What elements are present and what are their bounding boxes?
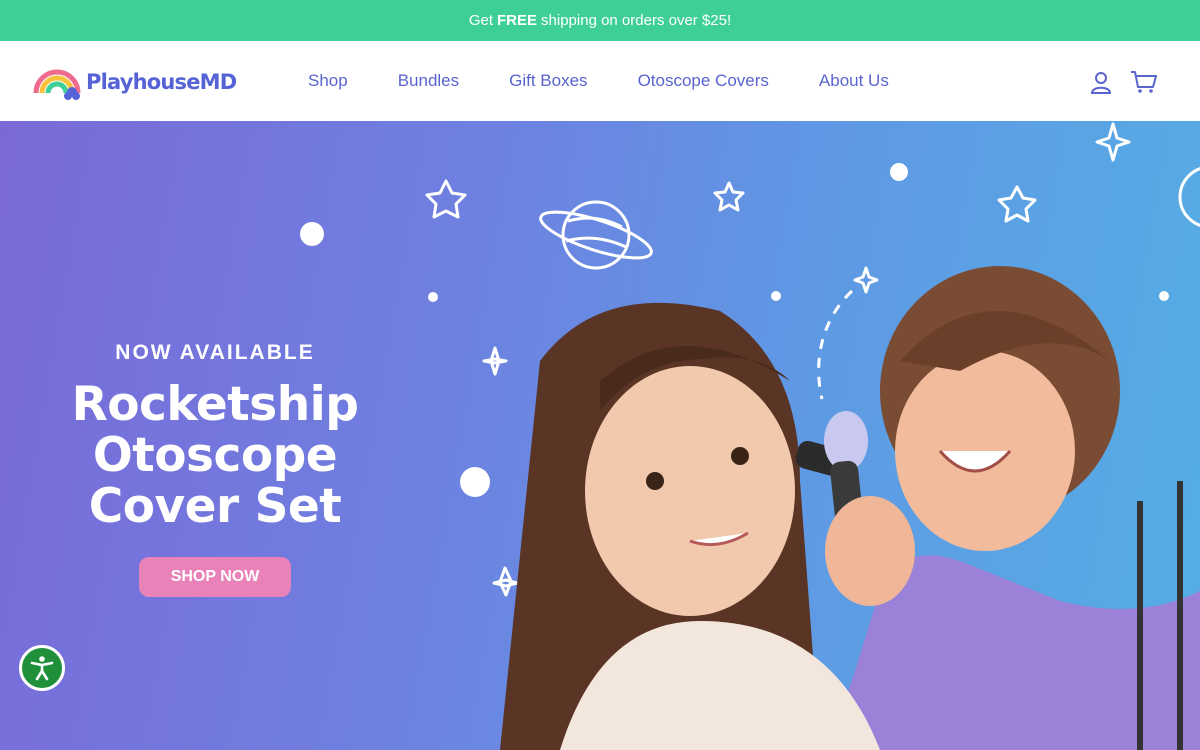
nav-gift-boxes[interactable]: Gift Boxes <box>509 71 587 91</box>
nav-otoscope-covers[interactable]: Otoscope Covers <box>638 71 769 91</box>
sparkle-icon <box>1095 122 1131 162</box>
cart-icon[interactable] <box>1130 69 1157 95</box>
site-header: PlayhouseMD Shop Bundles Gift Boxes Otos… <box>0 41 1200 121</box>
nav-shop[interactable]: Shop <box>308 71 348 91</box>
header-icons <box>1088 69 1157 95</box>
logo-text: PlayhouseMD <box>86 70 237 94</box>
hero-title-line: Cover Set <box>88 479 342 534</box>
sparkle-icon <box>853 266 879 294</box>
announcement-free: FREE <box>497 12 538 29</box>
star-icon <box>713 181 745 212</box>
girl-figure <box>500 302 880 750</box>
hero-title-line: Otoscope <box>92 428 338 483</box>
blob-star <box>771 291 781 301</box>
hero-title-line: Rocketship <box>71 377 359 432</box>
blob-star <box>890 163 908 181</box>
blob-star <box>460 467 490 497</box>
hero-banner: NOW AVAILABLE Rocketship Otoscope Cover … <box>0 121 1200 750</box>
dashed-arc <box>817 289 854 400</box>
nav-about-us[interactable]: About Us <box>819 71 889 91</box>
sparkle-icon <box>492 566 519 597</box>
star-icon <box>425 179 467 219</box>
announcement-prefix: Get <box>468 12 494 29</box>
announcement-suffix: shipping on orders over $25! <box>541 12 732 29</box>
main-nav: Shop Bundles Gift Boxes Otoscope Covers … <box>308 41 939 121</box>
logo[interactable]: PlayhouseMD <box>32 63 237 101</box>
rainbow-logo-icon <box>33 69 81 100</box>
hero-text: NOW AVAILABLE Rocketship Otoscope Cover … <box>40 341 390 532</box>
account-icon[interactable] <box>1088 69 1114 95</box>
blob-star <box>428 292 438 302</box>
hero-title: Rocketship Otoscope Cover Set <box>40 379 390 532</box>
blob-star <box>300 222 324 246</box>
accessibility-button[interactable] <box>19 645 65 691</box>
sparkle-icon <box>482 346 508 376</box>
announcement-bar: Get FREE shipping on orders over $25! <box>0 0 1200 41</box>
star-icon <box>997 185 1037 223</box>
accessibility-icon <box>30 656 54 681</box>
blob-star <box>1159 291 1169 301</box>
planet-icon <box>539 200 653 270</box>
hero-eyebrow: NOW AVAILABLE <box>115 341 315 364</box>
shop-now-button[interactable]: SHOP NOW <box>139 557 291 597</box>
nav-bundles[interactable]: Bundles <box>398 71 459 91</box>
